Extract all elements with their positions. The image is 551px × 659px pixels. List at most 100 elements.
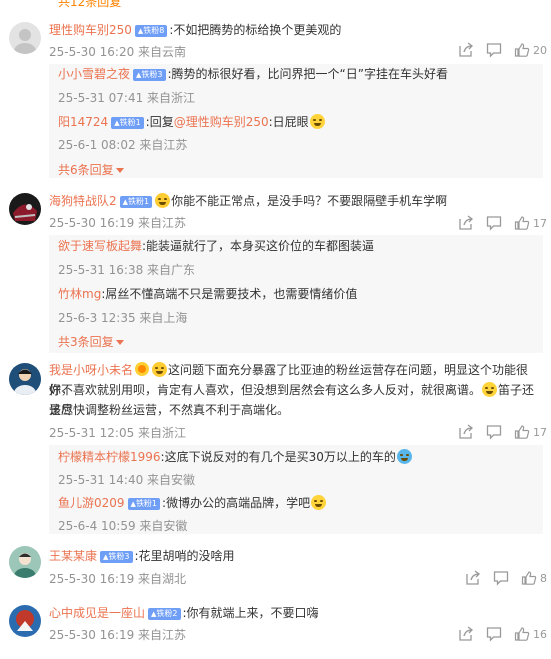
comment-icon[interactable] xyxy=(486,42,502,58)
laugh-emoji-icon xyxy=(311,495,327,510)
reply-meta: 25-5-31 16:38 来自广东 xyxy=(58,263,196,277)
reply-username[interactable]: 阳14724 xyxy=(58,115,108,129)
comment-item: 海狗特战队2 ▲铁粉1 你能不能正常点，是没手吗？不要跟隔壁手机车学啊 25-5-3… xyxy=(0,186,551,354)
share-icon[interactable] xyxy=(458,42,474,58)
comment-actions: 20 xyxy=(458,42,547,58)
avatar[interactable] xyxy=(9,546,41,578)
reply-meta: 25-6-4 10:59 来自安徽 xyxy=(58,519,188,533)
comment-text-line: 王某某康 ▲铁粉3:花里胡哨的没啥用 xyxy=(49,546,543,566)
avatar[interactable] xyxy=(9,605,41,637)
comment-meta: 25-5-30 16:19 来自江苏 xyxy=(49,216,187,230)
fan-badge: ▲铁粉3 xyxy=(100,551,133,563)
reply-item: 鱼儿游0209 ▲铁粉1:微博办公的高端品牌，学吧 xyxy=(58,494,537,512)
like-count: 17 xyxy=(533,425,547,439)
username[interactable]: 王某某康 xyxy=(49,549,97,563)
share-icon[interactable] xyxy=(458,626,474,642)
reply-item: 阳14724 ▲铁粉1:回复@理性购车别250:日屁眼 xyxy=(58,113,537,131)
chevron-down-icon xyxy=(115,168,124,173)
username[interactable]: 我是小呀小未名 xyxy=(49,363,133,377)
reply-text: :腾势的标很好看，比问界把一个“日”字挂在车头好看 xyxy=(167,67,448,81)
avatar[interactable] xyxy=(9,363,41,395)
comment-text-line: 该尽快调整粉丝运营，不然真不利于高端化。 xyxy=(49,400,543,420)
fan-badge: ▲铁粉3 xyxy=(133,69,166,81)
comment-text: 你不喜欢就别用呗，肯定有人喜欢，但没想到居然会有这么多人反对，就很离谱。 xyxy=(49,383,482,397)
fan-badge: ▲铁粉8 xyxy=(134,25,168,37)
reply-text: :屌丝不懂高端不只是需要技术，也需要情绪价值 xyxy=(101,287,358,301)
comment-meta: 25-5-31 12:05 来自浙江 xyxy=(49,426,187,440)
like-icon[interactable] xyxy=(514,215,530,231)
reply-username[interactable]: 鱼儿游0209 xyxy=(58,496,125,510)
vip-medal-icon xyxy=(135,362,150,376)
comment-icon[interactable] xyxy=(486,424,502,440)
comment-text-line: 心中成见是一座山 ▲铁粉2:你有就端上来，不要口嗨 xyxy=(49,603,543,623)
comment-actions: 17 xyxy=(458,215,547,231)
share-icon[interactable] xyxy=(458,215,474,231)
smile-emoji-icon xyxy=(155,193,171,208)
comment-text: 你能不能正常点，是没手吗？不要跟隔壁手机车学啊 xyxy=(171,194,448,208)
comment-icon[interactable] xyxy=(493,570,509,586)
reply-text: :日屁眼 xyxy=(268,115,309,129)
comment-item: 王某某康 ▲铁粉3:花里胡哨的没啥用 25-5-30 16:19 来自湖北 8 xyxy=(0,540,551,596)
reply-item: 欲于速写板起舞:能装逼就行了，本身买这价位的车都图装逼 xyxy=(58,237,537,255)
share-icon[interactable] xyxy=(465,570,481,586)
comment-text: 该尽快调整粉丝运营，不然真不利于高端化。 xyxy=(49,403,290,417)
reply-meta: 25-6-3 12:35 来自上海 xyxy=(58,311,188,325)
reply-box: 欲于速写板起舞:能装逼就行了，本身买这价位的车都图装逼 25-5-31 16:3… xyxy=(49,235,543,353)
fan-badge: ▲铁粉2 xyxy=(148,608,181,620)
comment-actions: 17 xyxy=(458,424,547,440)
comment-text: :花里胡哨的没啥用 xyxy=(134,549,235,563)
comment-actions: 16 xyxy=(458,626,547,642)
laugh-emoji-icon xyxy=(309,114,325,129)
laugh-emoji-icon xyxy=(482,382,498,397)
comment-item: 理性购车别250 ▲铁粉8:不如把腾势的标给换个更美观的 25-5-30 16:2… xyxy=(0,14,551,180)
chevron-down-icon xyxy=(115,340,124,345)
reply-username[interactable]: 欲于速写板起舞 xyxy=(58,239,142,253)
comment-text: :你有就端上来，不要口嗨 xyxy=(182,606,319,620)
comment-actions: 8 xyxy=(465,570,547,586)
emoji-icon xyxy=(396,449,412,464)
reply-box: 小小雪碧之夜 ▲铁粉3:腾势的标很好看，比问界把一个“日”字挂在车头好看 25-5… xyxy=(49,64,543,178)
like-icon[interactable] xyxy=(514,42,530,58)
fan-badge: ▲铁粉1 xyxy=(111,117,144,129)
reply-item: 小小雪碧之夜 ▲铁粉3:腾势的标很好看，比问界把一个“日”字挂在车头好看 xyxy=(58,65,537,83)
like-count: 20 xyxy=(533,43,547,57)
username[interactable]: 理性购车别250 xyxy=(49,23,132,37)
like-icon[interactable] xyxy=(521,570,537,586)
reply-meta: 25-5-31 14:40 来自安徽 xyxy=(58,473,196,487)
comment-meta: 25-5-30 16:19 来自江苏 xyxy=(49,628,187,642)
reply-text: :这底下说反对的有几个是买30万以上的车的 xyxy=(160,450,396,464)
username[interactable]: 海狗特战队2 xyxy=(49,194,117,208)
reply-item: 竹林mg:屌丝不懂高端不只是需要技术，也需要情绪价值 xyxy=(58,285,537,303)
username[interactable]: 心中成见是一座山 xyxy=(49,606,145,620)
comment-item: 心中成见是一座山 ▲铁粉2:你有就端上来，不要口嗨 25-5-30 16:19 来… xyxy=(0,598,551,656)
more-replies-button[interactable]: 共3条回复 xyxy=(58,333,124,350)
reply-username[interactable]: 柠檬精本柠檬1996 xyxy=(58,450,161,464)
comment-meta: 25-5-30 16:20 来自云南 xyxy=(49,45,187,59)
share-icon[interactable] xyxy=(458,424,474,440)
mention-link[interactable]: @理性购车别250 xyxy=(174,115,269,129)
comment-icon[interactable] xyxy=(486,626,502,642)
avatar[interactable] xyxy=(9,22,41,54)
like-count: 16 xyxy=(533,627,547,641)
reply-username[interactable]: 竹林mg xyxy=(58,287,101,301)
reply-username[interactable]: 小小雪碧之夜 xyxy=(58,67,130,81)
comment-text: :不如把腾势的标给换个更美观的 xyxy=(169,23,342,37)
like-icon[interactable] xyxy=(514,424,530,440)
previous-thread-more-replies[interactable]: 共12条回复 xyxy=(58,0,121,10)
reply-meta: 25-6-1 08:02 来自江苏 xyxy=(58,138,188,152)
like-count: 8 xyxy=(540,571,547,585)
comment-item: 我是小呀小未名 这问题下面充分暴露了比亚迪的粉丝运营存在问题，明显这个功能很好， … xyxy=(0,358,551,536)
like-icon[interactable] xyxy=(514,626,530,642)
reply-item: 柠檬精本柠檬1996:这底下说反对的有几个是买30万以上的车的 xyxy=(58,448,537,466)
comment-text-line: 海狗特战队2 ▲铁粉1 你能不能正常点，是没手吗？不要跟隔壁手机车学啊 xyxy=(49,191,543,211)
fan-badge: ▲铁粉1 xyxy=(127,498,161,510)
reply-text: :能装逼就行了，本身买这价位的车都图装逼 xyxy=(142,239,375,253)
like-count: 17 xyxy=(533,216,547,230)
more-replies-button[interactable]: 共6条回复 xyxy=(58,161,124,178)
reply-meta: 25-5-31 07:41 来自浙江 xyxy=(58,91,196,105)
reply-text: :回复 xyxy=(145,115,174,129)
reply-text: :微博办公的高端品牌，学吧 xyxy=(162,496,311,510)
comment-text-line: 理性购车别250 ▲铁粉8:不如把腾势的标给换个更美观的 xyxy=(49,20,543,40)
avatar[interactable] xyxy=(9,193,41,225)
comment-icon[interactable] xyxy=(486,215,502,231)
